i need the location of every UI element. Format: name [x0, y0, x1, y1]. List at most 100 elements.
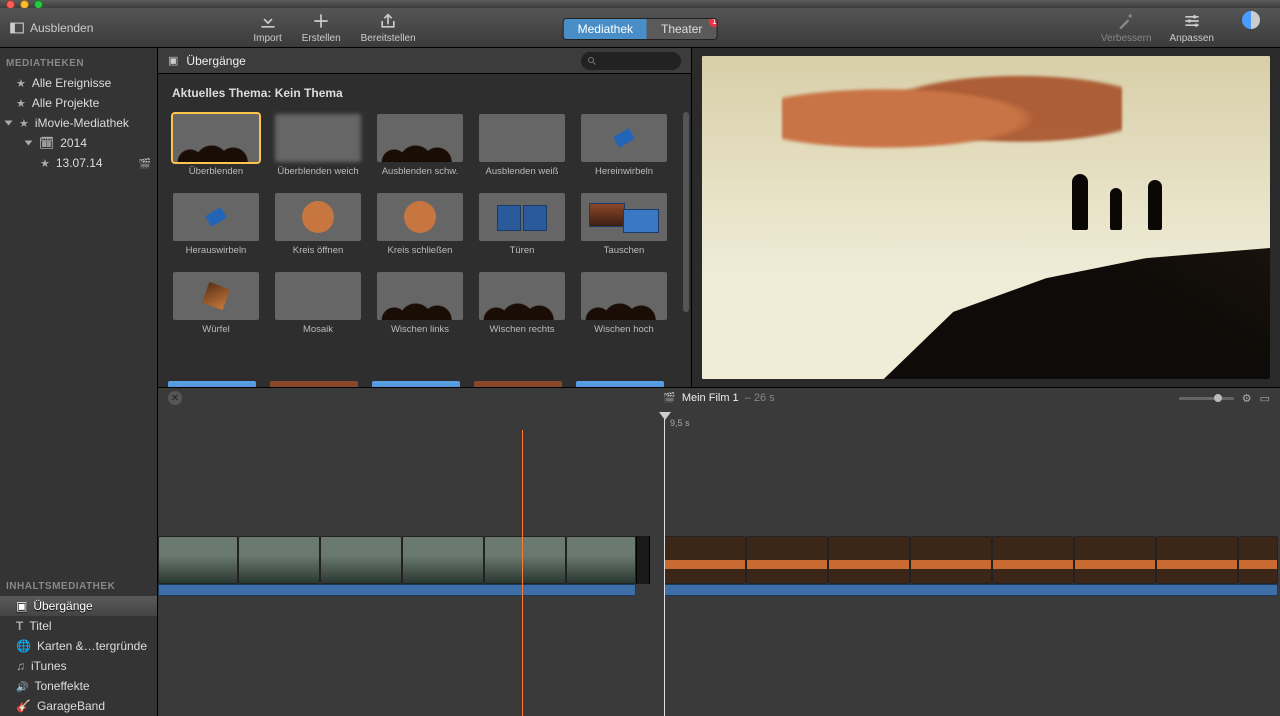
tab-library[interactable]: Mediathek: [564, 19, 647, 39]
sidebar-item-titles[interactable]: Titel: [0, 616, 157, 636]
star-icon: [16, 76, 26, 90]
enhance-button[interactable]: Verbessern: [1101, 11, 1152, 44]
transitions-header-icon: ▣: [168, 54, 178, 67]
transition-label: Tauschen: [604, 245, 645, 256]
transition-thumbnail: [173, 114, 259, 162]
activity-indicator[interactable]: [1232, 11, 1270, 44]
transition-kreis-schliessen[interactable]: Kreis schließen: [376, 193, 464, 256]
timeline: ✕ Mein Film 1 – 26 s ⚙ ▭ 9,5 s: [158, 388, 1280, 716]
transition-label: Würfel: [202, 324, 229, 335]
disclosure-triangle-icon[interactable]: [25, 141, 33, 146]
playhead-marker-icon: [659, 412, 671, 420]
speaker-icon: [16, 679, 28, 693]
tab-theater-label: Theater: [661, 22, 702, 36]
transition-wuerfel[interactable]: Würfel: [172, 272, 260, 335]
transition-kreis-oeffnen[interactable]: Kreis öffnen: [274, 193, 362, 256]
toggle-sidebar-button[interactable]: Ausblenden: [10, 21, 93, 35]
maps-label: Karten &…tergründe: [37, 639, 147, 653]
timeline-body[interactable]: 9,5 s: [158, 408, 1280, 716]
import-label: Import: [253, 33, 281, 44]
sidebar-item-all-events[interactable]: Alle Ereignisse: [0, 73, 157, 93]
event-icon: [40, 156, 50, 170]
transition-thumbnail: [479, 193, 565, 241]
transition-tauschen[interactable]: Tauschen: [580, 193, 668, 256]
timeline-clip[interactable]: [992, 536, 1074, 584]
transition-thumbnail: [479, 272, 565, 320]
timeline-audio[interactable]: [664, 584, 1278, 596]
sidebar-item-event[interactable]: 13.07.14: [0, 153, 157, 173]
create-label: Erstellen: [302, 33, 341, 44]
sidebar-item-itunes[interactable]: iTunes: [0, 656, 157, 676]
transition-thumbnail: [275, 193, 361, 241]
import-button[interactable]: Import: [253, 11, 281, 44]
preview-frame[interactable]: [702, 56, 1270, 379]
timeline-clip[interactable]: [402, 536, 484, 584]
transition-uberblenden[interactable]: Überblenden: [172, 114, 260, 177]
transition-label: Wischen rechts: [490, 324, 555, 335]
plus-icon: [311, 11, 331, 31]
share-button[interactable]: Bereitstellen: [361, 11, 416, 44]
transition-wischen-rechts[interactable]: Wischen rechts: [478, 272, 566, 335]
timeline-clip[interactable]: [320, 536, 402, 584]
all-events-label: Alle Ereignisse: [32, 76, 111, 90]
window-titlebar: [0, 0, 1280, 8]
timeline-clip[interactable]: [664, 536, 746, 584]
preview-viewer: [692, 48, 1280, 387]
share-label: Bereitstellen: [361, 33, 416, 44]
preview-figure: [1148, 180, 1162, 230]
transition-wischen-hoch[interactable]: Wischen hoch: [580, 272, 668, 335]
transition-uberblenden-weich[interactable]: Überblenden weich: [274, 114, 362, 177]
clip-appearance-icon[interactable]: ▭: [1260, 392, 1270, 405]
timeline-clip[interactable]: [1074, 536, 1156, 584]
timeline-clip[interactable]: [1156, 536, 1238, 584]
timeline-clip[interactable]: [566, 536, 636, 584]
imovie-library-label: iMovie-Mediathek: [35, 116, 129, 130]
browser-scrollbar[interactable]: [683, 112, 689, 312]
timeline-clip[interactable]: [828, 536, 910, 584]
download-icon: [258, 11, 278, 31]
playhead[interactable]: [664, 418, 665, 716]
timeline-clip[interactable]: [1238, 536, 1278, 584]
disclosure-triangle-icon[interactable]: [5, 121, 13, 126]
timeline-clip[interactable]: [158, 536, 238, 584]
transition-label: Hereinwirbeln: [595, 166, 653, 177]
sidebar-item-maps[interactable]: 🌐 Karten &…tergründe: [0, 636, 157, 656]
transition-label: Ausblenden weiß: [486, 166, 559, 177]
timeline-clip[interactable]: [484, 536, 566, 584]
transitions-icon: ▣: [16, 599, 27, 613]
timeline-clip[interactable]: [746, 536, 828, 584]
search-field[interactable]: [581, 52, 681, 70]
transition-label: Wischen hoch: [594, 324, 654, 335]
sidebar-item-imovie-library[interactable]: iMovie-Mediathek: [0, 113, 157, 133]
globe-icon: 🌐: [16, 639, 31, 653]
transition-placeholder[interactable]: [636, 536, 650, 584]
playhead-time-label: 9,5 s: [670, 418, 690, 428]
transition-wischen-links[interactable]: Wischen links: [376, 272, 464, 335]
sidebar-item-year[interactable]: 🗓2014: [0, 133, 157, 153]
timeline-close-button[interactable]: ✕: [168, 391, 182, 405]
tab-theater[interactable]: Theater 1: [647, 19, 716, 39]
transition-ausblenden-schw[interactable]: Ausblenden schw.: [376, 114, 464, 177]
transition-label: Überblenden: [189, 166, 243, 177]
sidebar-item-garageband[interactable]: 🎸GarageBand: [0, 696, 157, 716]
skimmer-playhead[interactable]: [522, 430, 523, 716]
transition-tueren[interactable]: Türen: [478, 193, 566, 256]
sidebar-item-all-projects[interactable]: Alle Projekte: [0, 93, 157, 113]
timeline-audio[interactable]: [158, 584, 636, 596]
adjust-button[interactable]: Anpassen: [1170, 11, 1214, 44]
project-duration: – 26 s: [745, 392, 775, 404]
timeline-clip[interactable]: [910, 536, 992, 584]
sidebar-item-soundeffects[interactable]: Toneffekte: [0, 676, 157, 696]
transition-hereinwirbeln[interactable]: Hereinwirbeln: [580, 114, 668, 177]
search-input[interactable]: [601, 55, 671, 66]
transition-thumbnail: [377, 193, 463, 241]
transition-thumbnail: [581, 272, 667, 320]
timeline-clip[interactable]: [238, 536, 320, 584]
sidebar-item-transitions[interactable]: ▣Übergänge: [0, 596, 157, 616]
transition-herauswirbeln[interactable]: Herauswirbeln: [172, 193, 260, 256]
transition-ausblenden-weiss[interactable]: Ausblenden weiß: [478, 114, 566, 177]
create-button[interactable]: Erstellen: [302, 11, 341, 44]
transition-mosaik[interactable]: Mosaik: [274, 272, 362, 335]
zoom-slider[interactable]: [1179, 397, 1234, 400]
settings-icon[interactable]: ⚙: [1242, 392, 1252, 405]
